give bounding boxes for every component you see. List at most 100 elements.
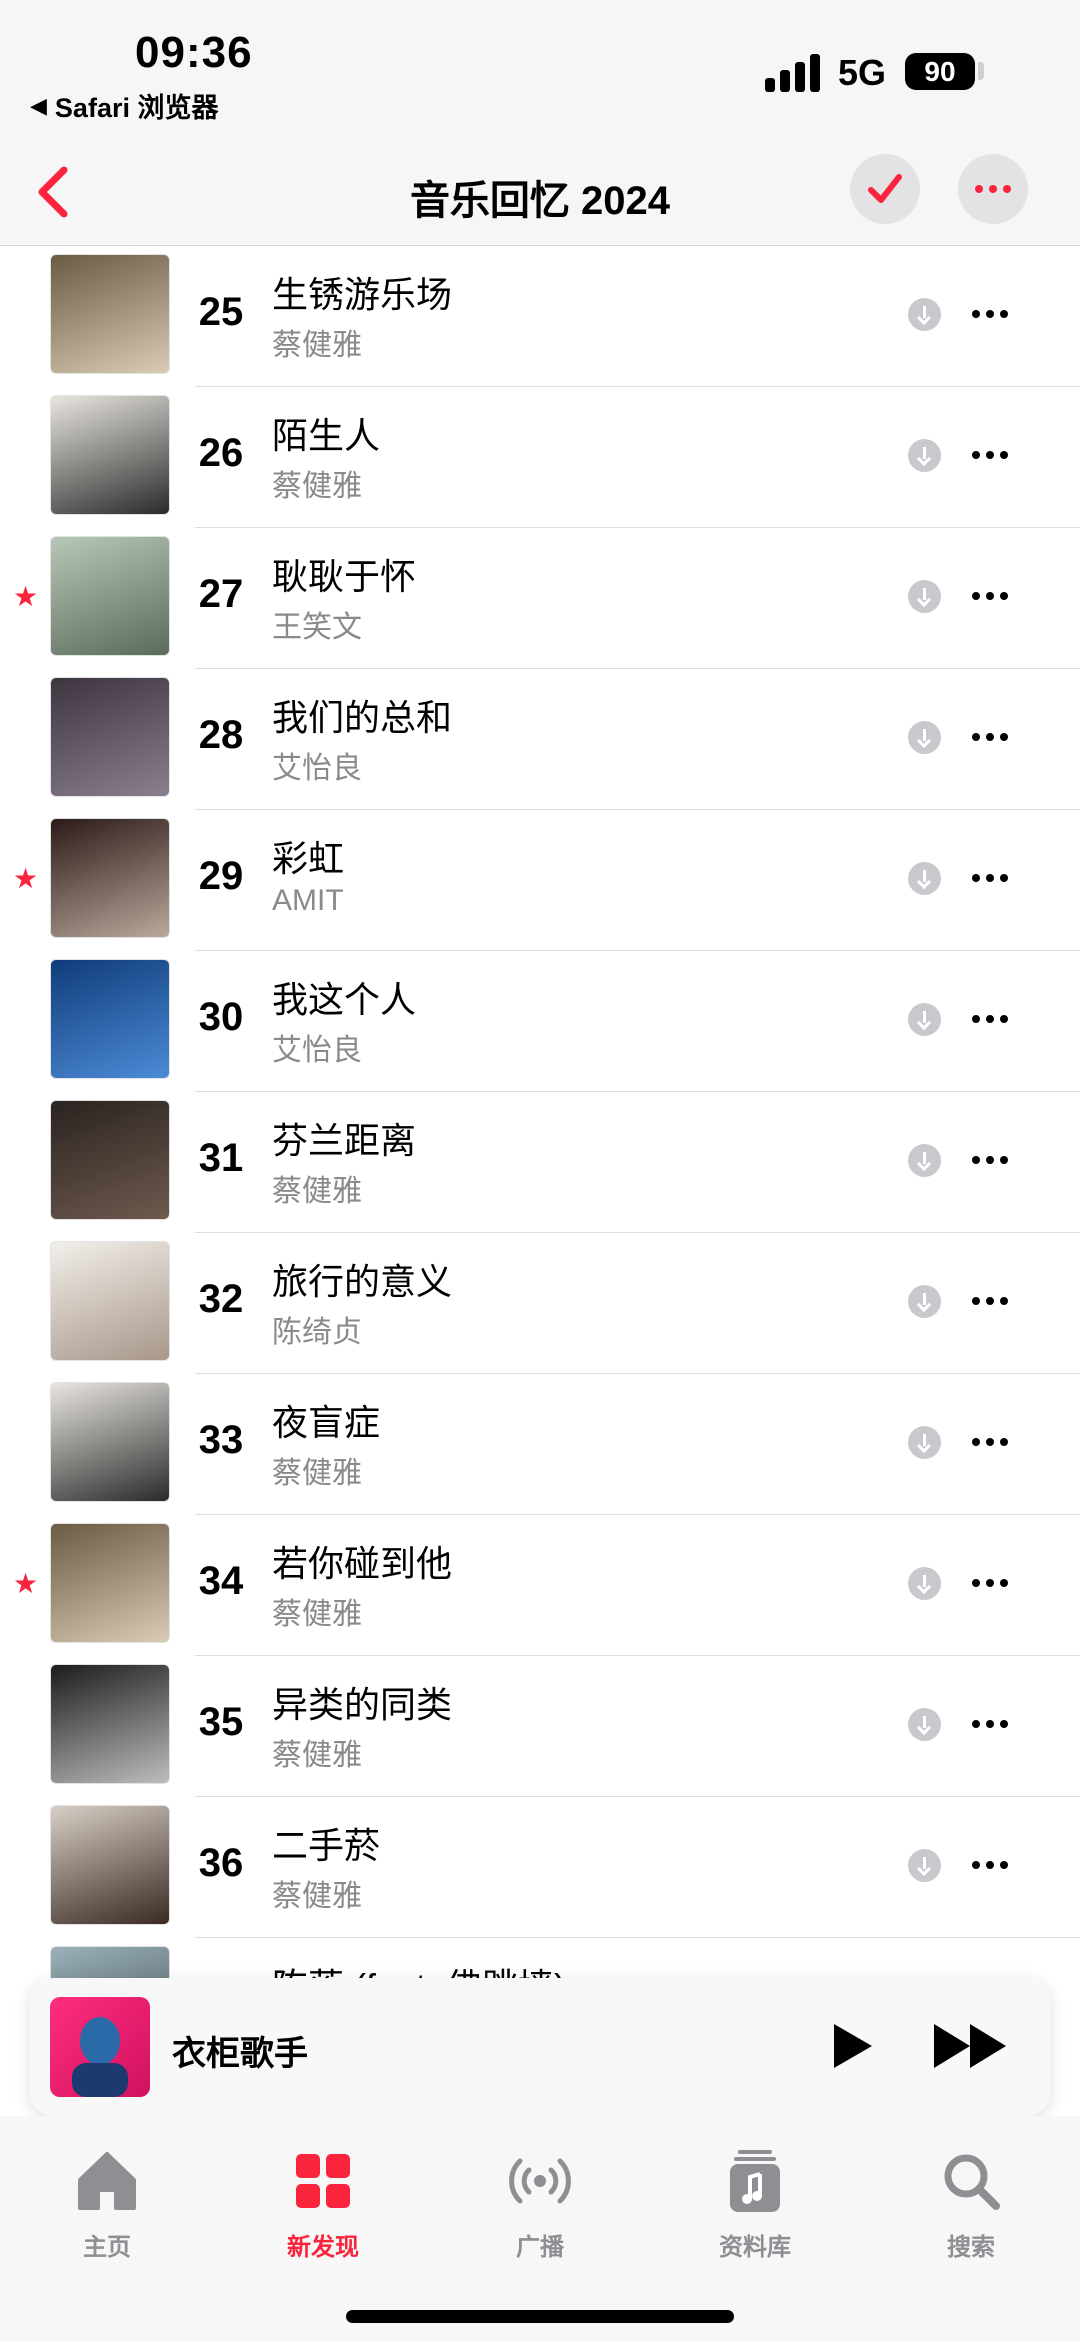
download-icon[interactable] (908, 1567, 941, 1600)
album-artwork (50, 536, 170, 656)
home-indicator (346, 2310, 734, 2323)
download-icon[interactable] (908, 1285, 941, 1318)
song-row[interactable]: 31 芬兰距离 蔡健雅 (0, 1092, 1080, 1233)
more-options-button[interactable] (958, 154, 1028, 224)
song-rank: 31 (198, 1136, 244, 1180)
song-rank: 35 (198, 1700, 244, 1744)
tab-label: 主页 (83, 2234, 131, 2261)
tab-home[interactable]: 主页 (32, 2146, 182, 2262)
song-more-button[interactable] (972, 310, 1008, 318)
song-row[interactable]: ★ 29 彩虹 AMIT (0, 810, 1080, 951)
song-row[interactable]: 25 生锈游乐场 蔡健雅 (0, 246, 1080, 387)
song-more-button[interactable] (972, 1438, 1008, 1446)
checkmark-icon (868, 174, 902, 203)
song-row[interactable]: 28 我们的总和 艾怡良 (0, 669, 1080, 810)
song-list: 25 生锈游乐场 蔡健雅 26 陌生人 蔡健雅 ★ 27 耿耿于怀 王笑文 28 我们的总和 艾怡良 ★ 2… (0, 246, 1080, 1998)
song-row[interactable]: 30 我这个人 艾怡良 (0, 951, 1080, 1092)
play-button[interactable] (820, 2016, 880, 2076)
song-more-button[interactable] (972, 1015, 1008, 1023)
song-row[interactable]: ★ 34 若你碰到他 蔡健雅 (0, 1515, 1080, 1656)
download-icon[interactable] (908, 1708, 941, 1741)
song-artist: 蔡健雅 (272, 1457, 362, 1490)
network-type: 5G (838, 52, 887, 93)
song-title: 二手菸 (272, 1825, 381, 1866)
song-more-button[interactable] (972, 1720, 1008, 1728)
tab-label: 广播 (516, 2234, 564, 2261)
song-more-button[interactable] (972, 1579, 1008, 1587)
download-icon[interactable] (908, 1426, 941, 1459)
navigation-bar: 音乐回忆 2024 (0, 140, 1080, 246)
song-artist: 王笑文 (272, 611, 362, 644)
album-artwork (50, 959, 170, 1079)
tab-label: 新发现 (287, 2234, 359, 2261)
song-title: 异类的同类 (272, 1684, 453, 1725)
tab-radio[interactable]: 广播 (465, 2146, 615, 2262)
song-row[interactable]: 33 夜盲症 蔡健雅 (0, 1374, 1080, 1515)
battery-level: 90 (924, 56, 956, 87)
album-artwork (50, 395, 170, 515)
fast-forward-button[interactable] (930, 2018, 1010, 2074)
song-title: 彩虹 (272, 838, 345, 879)
status-time: 09:36 (135, 28, 253, 77)
album-artwork (50, 677, 170, 797)
download-icon[interactable] (908, 580, 941, 613)
tab-bar: 主页 新发现 广播 资料库 搜索 (0, 2116, 1080, 2341)
grid-icon (296, 2154, 350, 2208)
library-icon (730, 2150, 780, 2212)
song-more-button[interactable] (972, 1861, 1008, 1869)
song-more-button[interactable] (972, 592, 1008, 600)
song-title: 旅行的意义 (272, 1261, 453, 1302)
song-title: 夜盲症 (272, 1402, 381, 1443)
song-more-button[interactable] (972, 1297, 1008, 1305)
song-more-button[interactable] (972, 733, 1008, 741)
search-icon (944, 2154, 1000, 2210)
now-playing-artwork (50, 1997, 150, 2097)
song-row[interactable]: 36 二手菸 蔡健雅 (0, 1797, 1080, 1938)
album-artwork (50, 1382, 170, 1502)
status-bar: 09:36 ◀ Safari 浏览器 5G 90 (0, 0, 1080, 140)
song-more-button[interactable] (972, 1156, 1008, 1164)
song-row[interactable]: ★ 27 耿耿于怀 王笑文 (0, 528, 1080, 669)
download-icon[interactable] (908, 439, 941, 472)
album-artwork (50, 818, 170, 938)
song-row[interactable]: 35 异类的同类蔡健雅 (0, 1656, 1080, 1797)
song-artist: 蔡健雅 (272, 1739, 362, 1772)
album-artwork (50, 1523, 170, 1643)
song-row[interactable]: 26 陌生人 蔡健雅 (0, 387, 1080, 528)
song-rank: 26 (198, 431, 244, 475)
favorite-star-icon: ★ (13, 1568, 39, 1599)
song-rank: 27 (198, 572, 244, 616)
back-triangle-icon: ◀ (30, 92, 47, 118)
favorite-star-icon: ★ (13, 863, 39, 894)
back-app-label: Safari 浏览器 (54, 93, 219, 123)
song-row[interactable]: 32 旅行的意义 陈绮贞 (0, 1233, 1080, 1374)
cellular-signal-icon (765, 52, 821, 92)
tab-label: 搜索 (947, 2234, 995, 2261)
mini-player[interactable]: 衣柜歌手 (30, 1978, 1050, 2116)
back-to-safari-link[interactable]: ◀ Safari 浏览器 (30, 86, 218, 125)
download-icon[interactable] (908, 298, 941, 331)
download-icon[interactable] (908, 1849, 941, 1882)
song-rank: 30 (198, 995, 244, 1039)
download-icon[interactable] (908, 721, 941, 754)
song-title: 我们的总和 (272, 697, 453, 738)
tab-library[interactable]: 资料库 (680, 2146, 830, 2262)
download-icon[interactable] (908, 862, 941, 895)
song-artist: AMIT (272, 884, 344, 917)
song-rank: 36 (198, 1841, 244, 1885)
song-rank: 28 (198, 713, 244, 757)
download-icon[interactable] (908, 1003, 941, 1036)
song-title: 耿耿于怀 (272, 556, 417, 597)
song-more-button[interactable] (972, 874, 1008, 882)
song-rank: 25 (198, 290, 244, 334)
song-artist: 蔡健雅 (272, 1175, 362, 1208)
download-icon[interactable] (908, 1144, 941, 1177)
select-button[interactable] (850, 154, 920, 224)
song-rank: 29 (198, 854, 244, 898)
song-rank: 34 (198, 1559, 244, 1603)
tab-browse[interactable]: 新发现 (248, 2146, 398, 2262)
now-playing-title: 衣柜歌手 (172, 2035, 308, 2073)
song-more-button[interactable] (972, 451, 1008, 459)
tab-search[interactable]: 搜索 (896, 2146, 1046, 2262)
song-title: 陌生人 (272, 415, 381, 456)
